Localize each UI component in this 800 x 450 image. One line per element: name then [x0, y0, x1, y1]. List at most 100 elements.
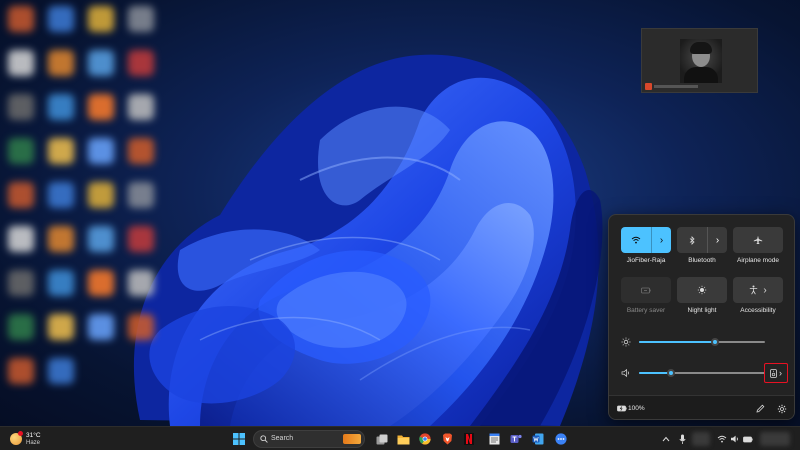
speaker-icon[interactable] [621, 368, 631, 378]
tray-clock-blurred[interactable] [760, 432, 790, 446]
volume-slider[interactable] [639, 369, 765, 377]
start-button[interactable] [231, 431, 247, 447]
bluetooth-expand-chevron-icon[interactable]: › [707, 227, 727, 253]
accessibility-toggle[interactable]: › [733, 277, 783, 303]
desktop-shortcut-icon[interactable] [88, 50, 114, 76]
desktop-shortcut-icon[interactable] [8, 138, 34, 164]
audio-output-chevron-icon: › [779, 368, 782, 378]
desktop-shortcut-icon[interactable] [8, 358, 34, 384]
weather-condition: Haze [26, 440, 41, 446]
desktop-shortcut-icon[interactable] [88, 94, 114, 120]
night-light-label: Night light [687, 307, 717, 314]
bluetooth-label: Bluetooth [688, 257, 716, 264]
battery-icon [617, 405, 627, 412]
desktop-shortcut-icon[interactable] [48, 94, 74, 120]
audio-output-icon [770, 368, 777, 378]
search-label: Search [271, 435, 294, 442]
taskbar: 31°C Haze Search [0, 426, 800, 450]
brightness-slider[interactable] [639, 338, 765, 346]
teams-icon[interactable] [508, 431, 524, 447]
task-view-icon[interactable] [374, 431, 390, 447]
wifi-expand-chevron-icon[interactable]: › [651, 227, 671, 253]
tray-battery-icon[interactable] [740, 431, 756, 447]
gear-icon[interactable] [777, 404, 787, 414]
desktop-shortcut-icon[interactable] [88, 182, 114, 208]
desktop-shortcut-icon[interactable] [128, 314, 154, 340]
bluetooth-icon [677, 227, 707, 253]
desktop-shortcut-icon[interactable] [88, 6, 114, 32]
volume-slider-thumb[interactable] [666, 369, 675, 377]
desktop-shortcut-icon[interactable] [48, 226, 74, 252]
weather-widget[interactable]: 31°C Haze [8, 429, 48, 449]
desktop-shortcut-icon[interactable] [128, 94, 154, 120]
camera-preview-window[interactable] [641, 28, 758, 93]
desktop-shortcut-icon[interactable] [8, 226, 34, 252]
accessibility-icon: › [733, 285, 783, 296]
desktop-shortcut-icon[interactable] [8, 314, 34, 340]
desktop-shortcut-icon[interactable] [48, 182, 74, 208]
desktop-shortcut-icon[interactable] [128, 270, 154, 296]
desktop-shortcut-icon[interactable] [128, 6, 154, 32]
desktop-shortcut-icon[interactable] [48, 270, 74, 296]
microphone-icon[interactable] [674, 431, 690, 447]
desktop-shortcut-icon[interactable] [8, 182, 34, 208]
brightness-icon [621, 337, 631, 347]
bluetooth-toggle[interactable]: › [677, 227, 727, 253]
weather-alert-badge [18, 431, 23, 436]
wifi-icon [621, 227, 651, 253]
wifi-label: JioFiber-Raja [626, 257, 666, 264]
brightness-slider-thumb[interactable] [710, 338, 719, 346]
brave-icon[interactable] [439, 431, 455, 447]
night-light-icon [677, 285, 727, 295]
desktop-shortcut-icon[interactable] [128, 226, 154, 252]
desktop-shortcut-icon[interactable] [48, 358, 74, 384]
desktop-shortcut-icon[interactable] [48, 314, 74, 340]
desktop-shortcut-icon[interactable] [88, 270, 114, 296]
camera-app-title [654, 85, 698, 88]
brightness-slider-row [619, 335, 789, 349]
battery-saver-icon [621, 287, 671, 294]
accessibility-chevron-icon[interactable]: › [763, 285, 766, 296]
desktop-shortcut-icon[interactable] [8, 270, 34, 296]
desktop-shortcut-icon[interactable] [8, 94, 34, 120]
chrome-icon[interactable] [417, 431, 433, 447]
desktop-shortcut-icon[interactable] [48, 138, 74, 164]
wifi-toggle[interactable]: › [621, 227, 671, 253]
netflix-icon[interactable] [461, 431, 477, 447]
camera-app-icon [645, 83, 652, 90]
battery-saver-toggle[interactable] [621, 277, 671, 303]
volume-slider-fill [639, 372, 671, 374]
weather-temperature: 31°C [26, 432, 41, 439]
battery-saver-label: Battery saver [626, 307, 666, 314]
tray-hidden-icon [692, 432, 710, 446]
airplane-mode-label: Airplane mode [737, 257, 779, 264]
desktop-shortcut-icon[interactable] [8, 50, 34, 76]
desktop-shortcut-icon[interactable] [128, 50, 154, 76]
file-explorer-icon[interactable] [395, 431, 411, 447]
quick-settings-footer: 100% [609, 395, 794, 419]
airplane-icon [733, 235, 783, 245]
word-icon[interactable] [530, 431, 546, 447]
desktop-shortcut-icon[interactable] [88, 138, 114, 164]
windows-logo-icon [233, 433, 245, 445]
desktop-shortcut-icon[interactable] [8, 6, 34, 32]
taskbar-search[interactable]: Search [253, 430, 365, 448]
brightness-slider-fill [639, 341, 715, 343]
camera-feed [680, 39, 722, 83]
desktop-shortcut-icon[interactable] [128, 138, 154, 164]
pencil-icon[interactable] [756, 404, 765, 413]
night-light-toggle[interactable] [677, 277, 727, 303]
search-icon [260, 435, 268, 443]
desktop-shortcut-icon[interactable] [48, 6, 74, 32]
desktop-shortcut-icon[interactable] [88, 314, 114, 340]
quick-settings-panel: › JioFiber-Raja › Bluetooth Airplane mod… [608, 214, 795, 420]
chevron-up-icon[interactable] [658, 431, 674, 447]
meeting-icon[interactable] [553, 431, 569, 447]
airplane-mode-toggle[interactable] [733, 227, 783, 253]
notepad-icon[interactable] [486, 431, 502, 447]
desktop-shortcut-icon[interactable] [48, 50, 74, 76]
desktop-shortcut-icon[interactable] [88, 226, 114, 252]
desktop-shortcut-icon[interactable] [128, 182, 154, 208]
battery-percentage: 100% [628, 405, 645, 412]
audio-output-button[interactable]: › [764, 363, 788, 383]
